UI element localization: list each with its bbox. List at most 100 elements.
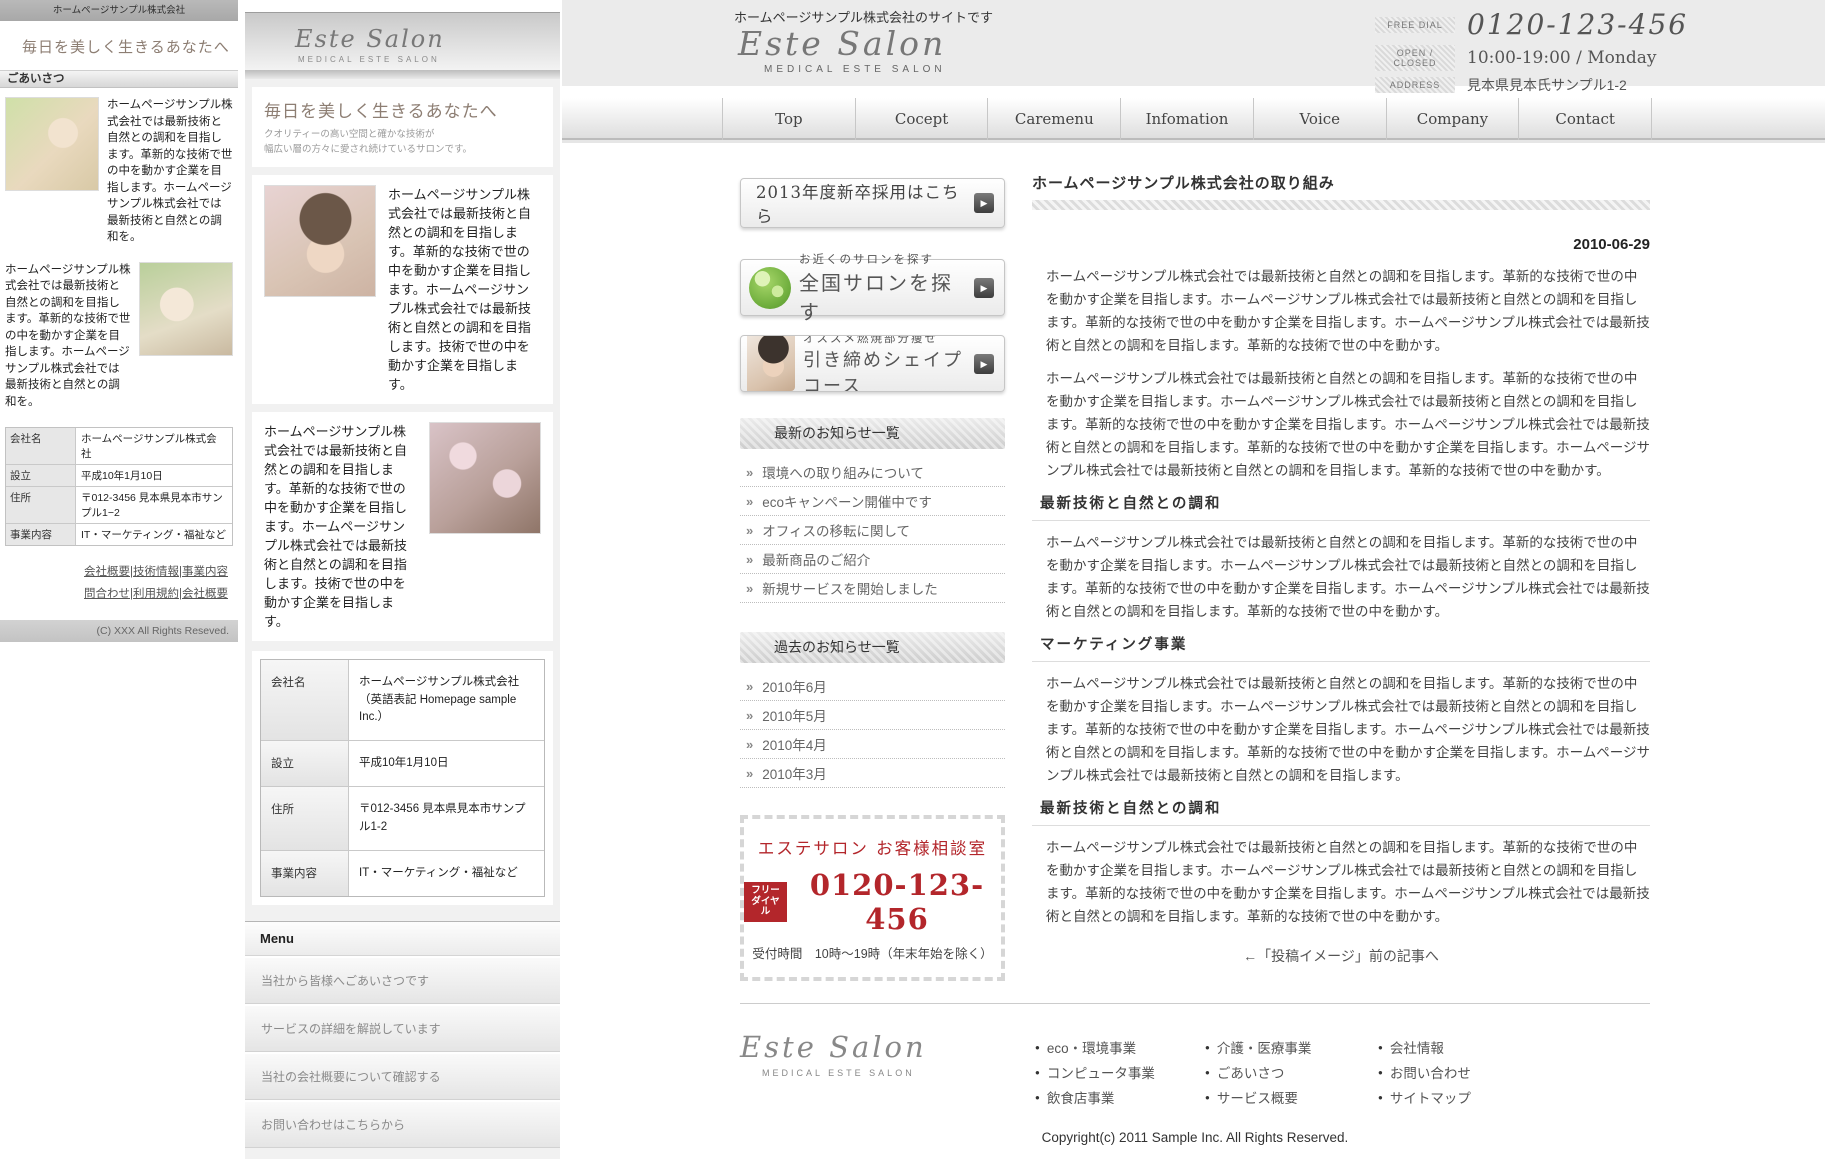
address-label: 住所 bbox=[6, 487, 76, 523]
news-item-environment[interactable]: » 環境への取り組みについて bbox=[740, 458, 1005, 487]
news-item-new-service[interactable]: » 新規サービスを開始しました bbox=[740, 574, 1005, 603]
free-dial-badge: FREE DIAL bbox=[1375, 17, 1455, 33]
archive-2010-03[interactable]: » 2010年3月 bbox=[740, 759, 1005, 788]
free-dial-row: FREE DIAL 0120-123-456 bbox=[1375, 8, 1705, 41]
double-arrow-icon: » bbox=[746, 494, 753, 509]
table-row: 住所 〒012-3456 見本県見本市サンプル1-2 bbox=[261, 787, 544, 851]
address-text: 見本県見本氏サンプル1-2 bbox=[1467, 75, 1627, 95]
article-paragraph-3: ホームページサンプル株式会社では最新技術と自然との調和を目指します。革新的な技術… bbox=[1046, 531, 1650, 623]
divider-strip bbox=[245, 70, 560, 79]
archive-2010-04[interactable]: » 2010年4月 bbox=[740, 730, 1005, 759]
mobile-footer-links-line1[interactable]: 会社概要|技術情報|事業内容 bbox=[84, 566, 228, 578]
footer-link-label: 介護・医療事業 bbox=[1217, 1037, 1312, 1057]
footer-link-care[interactable]: ●介護・医療事業 bbox=[1205, 1037, 1405, 1057]
menu-item-service[interactable]: サービスの詳細を解説しています bbox=[245, 1004, 560, 1052]
tablet-company-table-card: 会社名 ホームページサンプル株式会社 （英語表記 Homepage sample… bbox=[252, 651, 553, 905]
mobile-paragraph-2: ホームページサンプル株式会社では最新技術と自然との調和を目指します。革新的な技術… bbox=[5, 262, 131, 411]
address-value: 〒012-3456 見本県見本市サンプル1-2 bbox=[349, 787, 544, 850]
free-dial-badge: フリー ダイヤル bbox=[744, 882, 787, 923]
archive-2010-06[interactable]: » 2010年6月 bbox=[740, 672, 1005, 701]
customer-consultation-box: エステサロン お客様相談室 フリー ダイヤル 0120-123-456 受付時間… bbox=[740, 815, 1005, 981]
tablet-menu-heading: Menu bbox=[245, 921, 560, 956]
page: ホームページサンプル株式会社 毎日を美しく生きるあなたへ ごあいさつ ホームペー… bbox=[0, 0, 1825, 1159]
footer-link-service[interactable]: ●サービス概要 bbox=[1205, 1087, 1405, 1107]
nav-voice[interactable]: Voice bbox=[1253, 98, 1386, 140]
badge-line2: ダイヤル bbox=[749, 897, 782, 919]
news-item-eco-campaign[interactable]: » ecoキャンペーン開催中です bbox=[740, 487, 1005, 516]
logo-subtitle: MEDICAL ESTE SALON bbox=[762, 1068, 915, 1078]
news-item-label: 新規サービスを開始しました bbox=[762, 578, 938, 598]
mobile-greeting-heading: ごあいさつ bbox=[0, 70, 238, 88]
established-value: 平成10年1月10日 bbox=[76, 465, 232, 486]
table-row: 事業内容 IT・マーケティング・福祉など bbox=[261, 851, 544, 896]
company-name-value: ホームページサンプル株式会社 （英語表記 Homepage sample Inc… bbox=[349, 660, 544, 740]
mobile-footer-links-line2[interactable]: 問合わせ|利用規約|会社概要 bbox=[84, 588, 228, 600]
nav-caremenu[interactable]: Caremenu bbox=[987, 98, 1120, 140]
desktop-view: ホームページサンプル株式会社のサイトです Este Salon MEDICAL … bbox=[562, 0, 1825, 1159]
article-heading-harmony-1: 最新技術と自然との調和 bbox=[1032, 492, 1650, 521]
company-name-label: 会社名 bbox=[261, 660, 349, 740]
nav-company[interactable]: Company bbox=[1386, 98, 1519, 140]
salon-search-small: お近くのサロンを探す bbox=[799, 251, 974, 267]
este-salon-logo: Este Salon bbox=[295, 25, 560, 53]
footer-link-greeting[interactable]: ● ごあいさつ bbox=[1205, 1062, 1405, 1082]
business-label: 事業内容 bbox=[261, 851, 349, 896]
arrow-right-icon: ▶ bbox=[974, 354, 994, 374]
nav-top[interactable]: Top bbox=[722, 98, 855, 140]
footer-link-contact[interactable]: ●お問い合わせ bbox=[1378, 1062, 1578, 1082]
news-item-label: ecoキャンペーン開催中です bbox=[762, 491, 932, 511]
footer-link-label: コンピュータ事業 bbox=[1047, 1062, 1155, 1082]
este-salon-logo: Este Salon bbox=[740, 1030, 927, 1064]
footer-link-label: サイトマップ bbox=[1390, 1087, 1471, 1107]
archive-2010-05[interactable]: » 2010年5月 bbox=[740, 701, 1005, 730]
nav-information[interactable]: Infomation bbox=[1120, 98, 1253, 140]
double-arrow-icon: » bbox=[746, 465, 753, 480]
footer-link-label: お問い合わせ bbox=[1390, 1062, 1471, 1082]
news-item-office-move[interactable]: » オフィスの移転に関して bbox=[740, 516, 1005, 545]
article-heading-harmony-2: 最新技術と自然との調和 bbox=[1032, 797, 1650, 826]
photo-woman-outdoors bbox=[5, 97, 99, 191]
recruit-banner[interactable]: 2013年度新卒採用はこちら ▶ bbox=[740, 178, 1005, 228]
footer-column-2: ●介護・医療事業 ●ごあいさつ ●サービス概要 bbox=[1205, 1037, 1405, 1112]
menu-item-contact[interactable]: お問い合わせはこちらから bbox=[245, 1100, 560, 1148]
tablet-greeting-block-2: ホームページサンプル株式会社では最新技術と自然との調和を目指します。革新的な技術… bbox=[252, 412, 553, 641]
business-value: IT・マーケティング・福祉など bbox=[76, 524, 232, 545]
logo-subtitle: MEDICAL ESTE SALON bbox=[764, 64, 946, 75]
menu-item-company[interactable]: 当社の会社概要について確認する bbox=[245, 1052, 560, 1100]
bullet-icon: ● bbox=[1035, 1043, 1040, 1052]
business-label: 事業内容 bbox=[6, 524, 76, 545]
nav-contact[interactable]: Contact bbox=[1518, 98, 1652, 140]
tablet-logo-band: Este Salon MEDICAL ESTE SALON bbox=[245, 12, 560, 70]
este-salon-logo[interactable]: Este Salon bbox=[738, 24, 946, 63]
company-name-value: ホームページサンプル株式会社 bbox=[76, 428, 232, 464]
arrow-right-icon: ▶ bbox=[974, 193, 994, 213]
salon-search-banner[interactable]: お近くのサロンを探す 全国サロンを探す ▶ bbox=[740, 259, 1005, 316]
double-arrow-icon: » bbox=[746, 552, 753, 567]
footer-link-sitemap[interactable]: ●サイトマップ bbox=[1378, 1087, 1578, 1107]
nav-concept[interactable]: Cocept bbox=[855, 98, 988, 140]
article-heading-marketing: マーケティング事業 bbox=[1032, 633, 1650, 662]
menu-item-greeting[interactable]: 当社から皆様へごあいさつです bbox=[245, 956, 560, 1004]
open-closed-badge: OPEN / CLOSED bbox=[1375, 45, 1455, 71]
arrow-right-icon: ▶ bbox=[974, 278, 994, 298]
company-name-label: 会社名 bbox=[6, 428, 76, 464]
address-value: 〒012-3456 見本県見本市サンプル1−2 bbox=[76, 487, 232, 523]
tablet-paragraph-1: ホームページサンプル株式会社では最新技術と自然との調和を目指します。革新的な技術… bbox=[388, 185, 541, 394]
footer-link-company-info[interactable]: ●会社情報 bbox=[1378, 1037, 1578, 1057]
previous-article-link[interactable]: ←「投稿イメージ」前の記事へ bbox=[1032, 946, 1650, 966]
table-row: 会社名 ホームページサンプル株式会社 （英語表記 Homepage sample… bbox=[261, 660, 544, 741]
bullet-icon: ● bbox=[1205, 1093, 1210, 1102]
shape-course-banner[interactable]: オススメ燃焼部分痩せ 引き締めシェイプコース ▶ bbox=[740, 335, 1005, 392]
open-hours: 10:00-19:00 / Monday bbox=[1467, 48, 1656, 68]
article-paragraph-2: ホームページサンプル株式会社では最新技術と自然との調和を目指します。革新的な技術… bbox=[1046, 367, 1650, 482]
article-date: 2010-06-29 bbox=[1032, 236, 1650, 253]
news-item-new-product[interactable]: » 最新商品のご紹介 bbox=[740, 545, 1005, 574]
footer-link-label: ごあいさつ bbox=[1217, 1062, 1285, 1082]
archive-list-heading: 過去のお知らせ一覧 bbox=[740, 632, 1005, 663]
established-value: 平成10年1月10日 bbox=[349, 741, 544, 786]
double-arrow-icon: » bbox=[746, 708, 753, 723]
bullet-icon: ● bbox=[1205, 1068, 1210, 1077]
archive-item-label: 2010年4月 bbox=[762, 734, 827, 754]
shape-course-texts: オススメ燃焼部分痩せ 引き締めシェイプコース bbox=[803, 335, 974, 392]
footer-link-label: 会社情報 bbox=[1390, 1037, 1444, 1057]
